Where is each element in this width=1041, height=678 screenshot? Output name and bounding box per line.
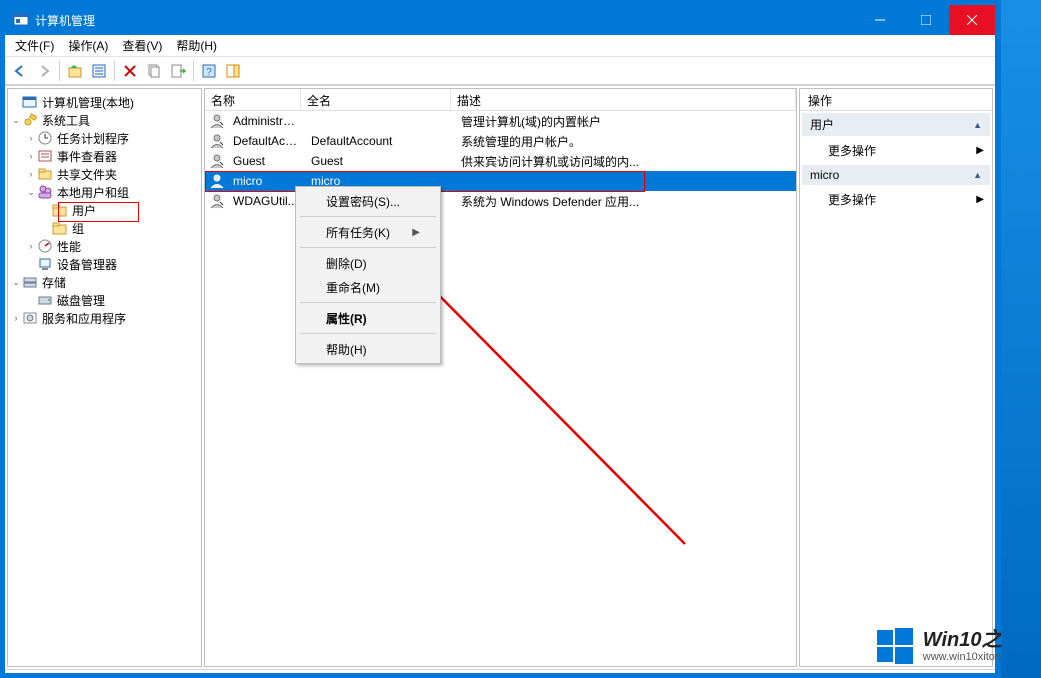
svg-text:?: ? [206, 67, 212, 78]
submenu-arrow-icon: ▶ [412, 227, 420, 238]
tree-services[interactable]: ›服务和应用程序 [10, 309, 199, 327]
list-row-administrator[interactable]: Administrat...管理计算机(域)的内置帐户 [205, 111, 796, 131]
ctx-sep [300, 247, 436, 248]
menu-bar: 文件(F) 操作(A) 查看(V) 帮助(H) [5, 35, 995, 57]
tree-performance[interactable]: ›性能 [10, 237, 199, 255]
list-row-defaultaccount[interactable]: DefaultAcc...DefaultAccount系统管理的用户帐户。 [205, 131, 796, 151]
arrow-icon: ▶ [976, 194, 984, 205]
up-button[interactable] [64, 60, 86, 82]
tree-users[interactable]: 用户 [10, 201, 199, 219]
action-section-micro[interactable]: micro▲ [802, 165, 990, 185]
arrow-icon: ▶ [976, 145, 984, 156]
toolbar: ? [5, 57, 995, 85]
export-button[interactable] [167, 60, 189, 82]
list-pane: 名称 全名 描述 Administrat...管理计算机(域)的内置帐户 Def… [204, 88, 797, 667]
tree-scheduler[interactable]: ›任务计划程序 [10, 129, 199, 147]
actions-pane: 操作 用户▲ 更多操作▶ micro▲ 更多操作▶ [799, 88, 993, 667]
toolbar-sep [114, 61, 115, 81]
copy-button[interactable] [143, 60, 165, 82]
menu-file[interactable]: 文件(F) [15, 37, 54, 54]
ctx-set-password[interactable]: 设置密码(S)... [298, 189, 438, 213]
ctx-properties[interactable]: 属性(R) [298, 306, 438, 330]
windows-logo-icon [875, 626, 915, 666]
list-body: Administrat...管理计算机(域)的内置帐户 DefaultAcc..… [205, 111, 796, 211]
ctx-sep [300, 302, 436, 303]
context-menu: 设置密码(S)... 所有任务(K)▶ 删除(D) 重命名(M) 属性(R) 帮… [295, 186, 441, 364]
action-more-1[interactable]: 更多操作▶ [800, 138, 992, 163]
minimize-button[interactable] [857, 5, 903, 35]
col-desc[interactable]: 描述 [451, 89, 796, 110]
collapse-icon: ▲ [973, 120, 982, 130]
list-row-wdag[interactable]: WDAGUtil...系统为 Windows Defender 应用... [205, 191, 796, 211]
menu-action[interactable]: 操作(A) [68, 37, 108, 54]
properties-button[interactable] [88, 60, 110, 82]
app-window: 计算机管理 文件(F) 操作(A) 查看(V) 帮助(H) ? 计算机管理(本地… [4, 4, 996, 674]
user-icon [209, 173, 225, 189]
main-area: 计算机管理(本地) ⌄系统工具 ›任务计划程序 ›事件查看器 ›共享文件夹 ⌄本… [5, 85, 995, 669]
menu-help[interactable]: 帮助(H) [176, 37, 217, 54]
tree-diskmgr[interactable]: 磁盘管理 [10, 291, 199, 309]
window-title: 计算机管理 [35, 12, 857, 29]
app-icon [13, 12, 29, 28]
desktop-edge [1001, 0, 1041, 678]
tree-eventviewer[interactable]: ›事件查看器 [10, 147, 199, 165]
ctx-all-tasks[interactable]: 所有任务(K)▶ [298, 220, 438, 244]
user-icon [209, 193, 225, 209]
actionpane-toggle-button[interactable] [222, 60, 244, 82]
col-name[interactable]: 名称 [205, 89, 301, 110]
title-bar: 计算机管理 [5, 5, 995, 35]
collapse-icon: ▲ [973, 170, 982, 180]
toolbar-sep [59, 61, 60, 81]
action-more-2[interactable]: 更多操作▶ [800, 187, 992, 212]
user-icon [209, 153, 225, 169]
delete-button[interactable] [119, 60, 141, 82]
forward-button[interactable] [33, 60, 55, 82]
col-full[interactable]: 全名 [301, 89, 451, 110]
tree-localusers[interactable]: ⌄本地用户和组 [10, 183, 199, 201]
status-bar [5, 669, 995, 673]
ctx-help[interactable]: 帮助(H) [298, 337, 438, 361]
help-button[interactable]: ? [198, 60, 220, 82]
ctx-sep [300, 333, 436, 334]
close-button[interactable] [949, 5, 995, 35]
tree-groups[interactable]: 组 [10, 219, 199, 237]
actions-header: 操作 [800, 89, 992, 111]
tree-devicemgr[interactable]: 设备管理器 [10, 255, 199, 273]
tree-storage[interactable]: ⌄存储 [10, 273, 199, 291]
list-row-guest[interactable]: GuestGuest供来宾访问计算机或访问域的内... [205, 151, 796, 171]
user-icon [209, 133, 225, 149]
list-header: 名称 全名 描述 [205, 89, 796, 111]
tree-systools[interactable]: ⌄系统工具 [10, 111, 199, 129]
maximize-button[interactable] [903, 5, 949, 35]
tree-sharedfolders[interactable]: ›共享文件夹 [10, 165, 199, 183]
user-icon [209, 113, 225, 129]
menu-view[interactable]: 查看(V) [122, 37, 162, 54]
action-section-users[interactable]: 用户▲ [802, 113, 990, 136]
tree-pane: 计算机管理(本地) ⌄系统工具 ›任务计划程序 ›事件查看器 ›共享文件夹 ⌄本… [7, 88, 202, 667]
ctx-rename[interactable]: 重命名(M) [298, 275, 438, 299]
ctx-delete[interactable]: 删除(D) [298, 251, 438, 275]
list-row-micro[interactable]: micromicro [205, 171, 796, 191]
tree-root[interactable]: 计算机管理(本地) [10, 93, 199, 111]
back-button[interactable] [9, 60, 31, 82]
toolbar-sep [193, 61, 194, 81]
ctx-sep [300, 216, 436, 217]
